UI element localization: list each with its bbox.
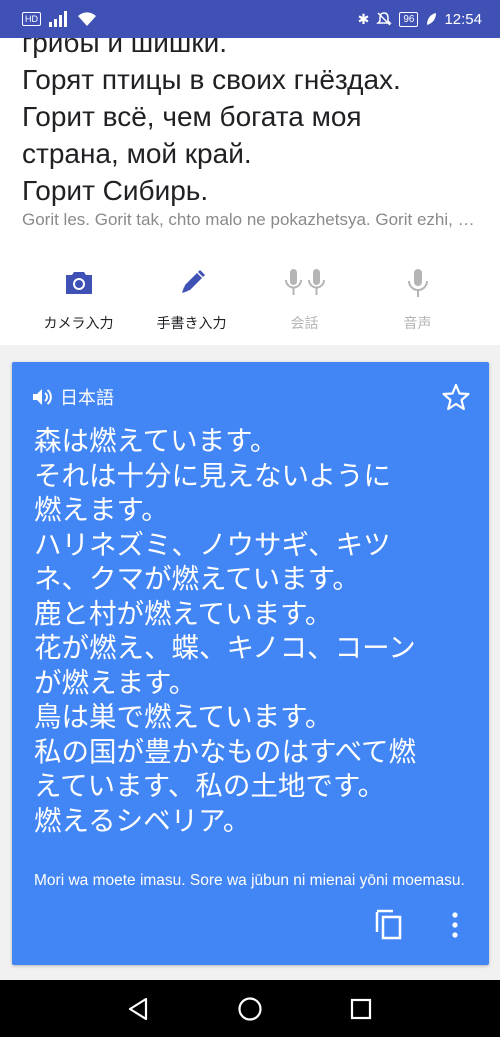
translated-line: それは十分に見えないように xyxy=(34,459,391,492)
translated-line: ネ、クマが燃えています。 xyxy=(34,563,360,595)
translated-line: 鹿と村が燃えています。 xyxy=(34,597,333,630)
translated-line: 燃えるシベリア。 xyxy=(34,804,251,837)
voice-input-button[interactable]: 音声 xyxy=(361,260,474,345)
wifi-icon xyxy=(78,12,96,26)
leaf-icon xyxy=(427,13,437,25)
home-button[interactable] xyxy=(236,995,264,1023)
back-button[interactable] xyxy=(125,995,153,1023)
status-left: HD xyxy=(22,11,97,27)
back-triangle-icon xyxy=(128,997,148,1021)
source-line: Горят птицы в своих гнёздах. xyxy=(22,64,401,95)
more-vert-icon xyxy=(452,912,458,938)
source-panel: грибы и шишки. Горят птицы в своих гнёзд… xyxy=(0,38,500,345)
battery-indicator: 96 xyxy=(399,11,419,27)
speaker-icon[interactable] xyxy=(32,388,52,406)
dual-mic-icon xyxy=(284,269,325,295)
app-screen: HD ✱ 96 12:54 грибы и шишки. Горят птицы… xyxy=(0,0,500,1037)
handwriting-input-button[interactable]: 手書き入力 xyxy=(135,260,248,345)
voice-input-label: 音声 xyxy=(403,316,432,332)
navigation-bar xyxy=(0,980,500,1037)
save-favorite-button[interactable] xyxy=(441,382,471,412)
conversation-input-label: 会話 xyxy=(290,316,319,332)
status-bar: HD ✱ 96 12:54 xyxy=(0,0,500,38)
translated-line: ハリネズミ、ノウサギ、キツ xyxy=(34,528,391,561)
source-line: Горит Сибирь. xyxy=(22,175,209,206)
source-text[interactable]: грибы и шишки. Горят птицы в своих гнёзд… xyxy=(22,38,492,209)
translation-transliteration: Mori wa moete imasu. Sore wa jūbun ni mi… xyxy=(34,872,465,889)
camera-input-button[interactable]: カメラ入力 xyxy=(22,260,135,345)
translated-text: 森は燃えています。 それは十分に見えないように 燃えます。 ハリネズミ、ノウサギ… xyxy=(34,424,474,838)
clock: 12:54 xyxy=(444,10,482,28)
translated-line: 私の国が豊かなものはすべて燃 xyxy=(34,735,416,768)
translated-line: 鳥は巣で燃えています。 xyxy=(34,701,333,733)
bluetooth-icon: ✱ xyxy=(357,11,370,27)
translated-line: えています、私の土地です。 xyxy=(34,770,386,802)
pen-icon xyxy=(181,270,205,293)
mic-icon xyxy=(407,269,428,297)
status-right: ✱ 96 12:54 xyxy=(358,11,482,28)
camera-icon xyxy=(65,272,92,294)
recents-button[interactable] xyxy=(347,995,375,1023)
star-icon xyxy=(442,383,470,411)
home-circle-icon xyxy=(238,997,262,1021)
source-line: страна, мой край. xyxy=(22,138,252,169)
conversation-input-button[interactable]: 会話 xyxy=(248,260,361,345)
signal-icon xyxy=(49,11,67,27)
camera-input-label: カメラ入力 xyxy=(43,316,114,332)
translated-line: が燃えます。 xyxy=(34,666,197,699)
more-options-button[interactable] xyxy=(446,910,464,940)
translated-line: 森は燃えています。 xyxy=(34,425,278,457)
source-line: Горит всё, чем богата моя xyxy=(22,101,362,132)
copy-button[interactable] xyxy=(374,907,404,941)
recents-square-icon xyxy=(350,998,372,1020)
hd-badge: HD xyxy=(22,12,41,26)
source-line: грибы и шишки. xyxy=(22,38,228,58)
copy-icon xyxy=(375,909,402,940)
translated-line: 燃えます。 xyxy=(34,494,169,526)
mute-icon xyxy=(376,12,393,26)
target-language-label: 日本語 xyxy=(60,388,114,409)
input-tools: カメラ入力 手書き入力 会話 音声 xyxy=(0,260,500,345)
translation-card: 日本語 森は燃えています。 それは十分に見えないように 燃えます。 ハリネズミ、… xyxy=(12,362,489,965)
handwriting-input-label: 手書き入力 xyxy=(156,316,227,332)
translated-line: 花が燃え、蝶、キノコ、コーン xyxy=(34,632,416,664)
source-transliteration: Gorit les. Gorit tak, chto malo ne pokaz… xyxy=(22,210,478,229)
target-language-row[interactable]: 日本語 xyxy=(32,384,114,410)
